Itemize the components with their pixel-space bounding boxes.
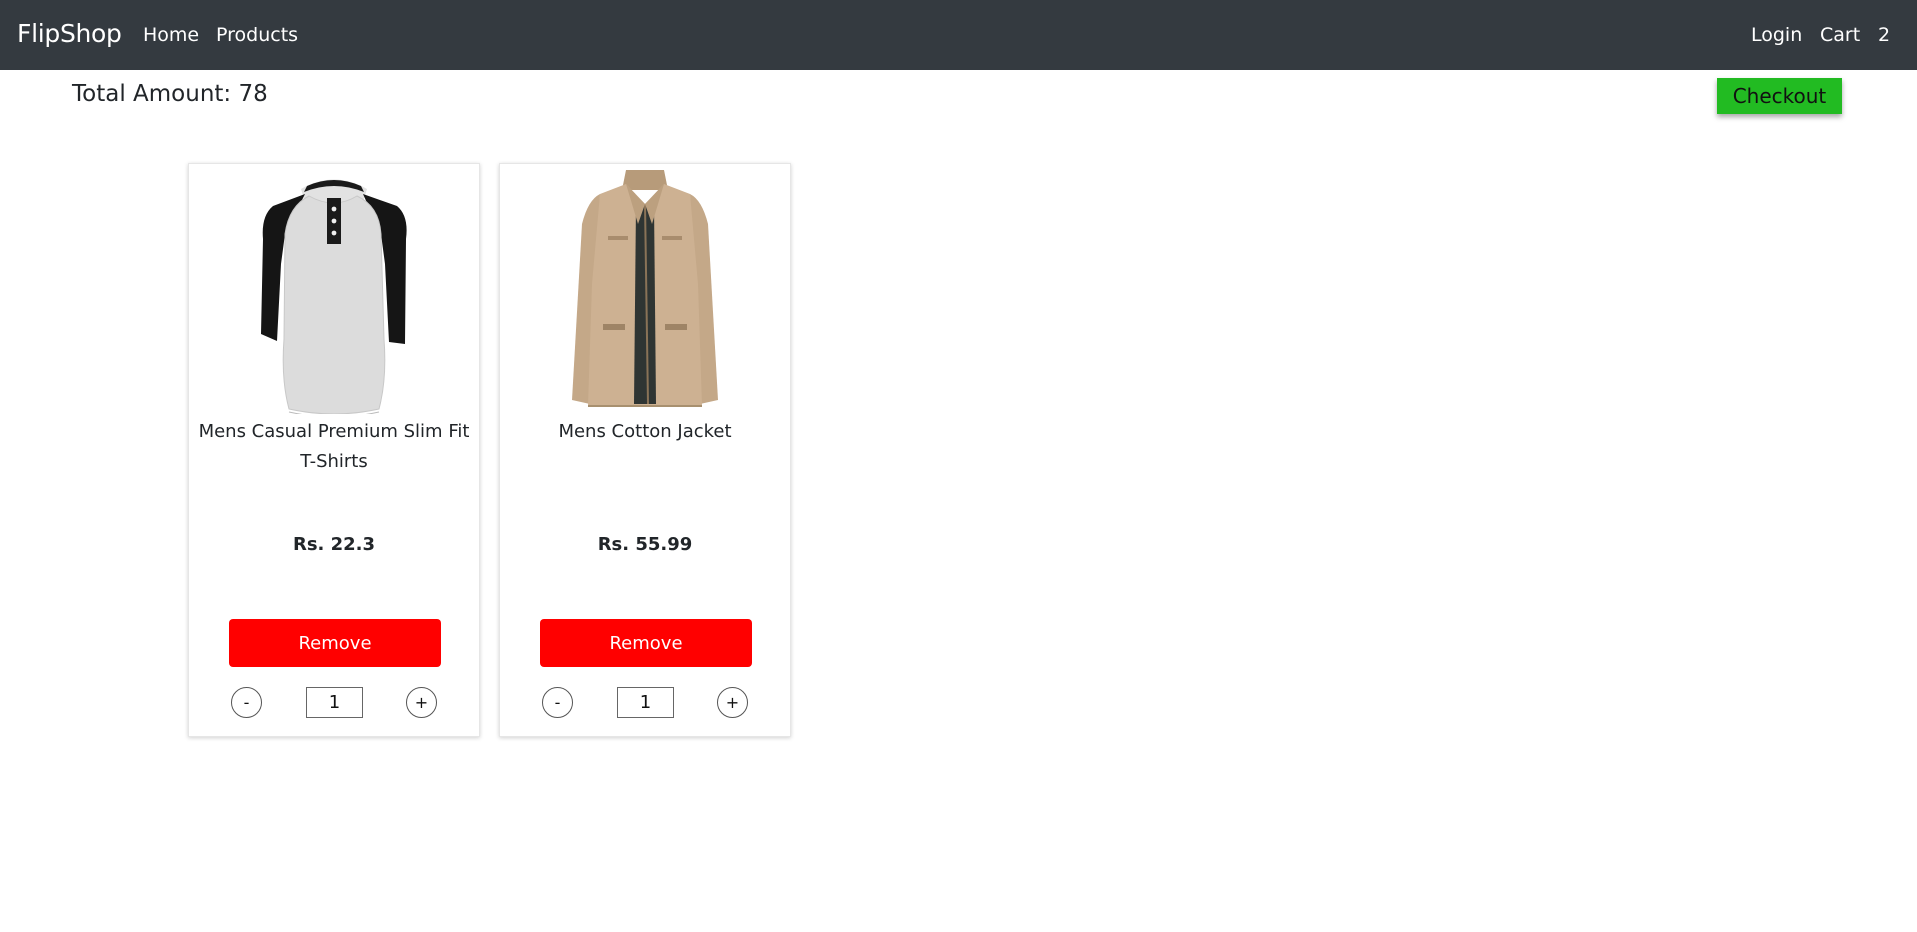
product-price: Rs. 55.99 [597, 534, 693, 555]
brand-logo[interactable]: FlipShop [17, 19, 122, 48]
quantity-input[interactable] [306, 687, 363, 718]
product-title: Mens Casual Premium Slim Fit T-Shirts [198, 421, 470, 472]
total-amount: Total Amount: 78 [72, 81, 268, 107]
nav-link-cart[interactable]: Cart [1820, 24, 1860, 46]
product-title: Mens Cotton Jacket [558, 421, 732, 442]
decrease-quantity-button[interactable]: - [231, 687, 262, 718]
remove-button[interactable]: Remove [229, 619, 441, 667]
increase-quantity-button[interactable]: + [717, 687, 748, 718]
decrease-quantity-button[interactable]: - [542, 687, 573, 718]
quantity-input[interactable] [617, 687, 674, 718]
remove-button[interactable]: Remove [540, 619, 752, 667]
cart-count-badge: 2 [1878, 24, 1891, 46]
checkout-button[interactable]: Checkout [1717, 78, 1842, 114]
cart-item-card: Mens Cotton Jacket Rs. 55.99 Remove - + [499, 163, 791, 737]
top-navbar: FlipShop Home Products Login Cart 2 [0, 0, 1917, 70]
nav-link-home[interactable]: Home [143, 24, 199, 46]
cart-item-card: Mens Casual Premium Slim Fit T-Shirts Rs… [188, 163, 480, 737]
increase-quantity-button[interactable]: + [406, 687, 437, 718]
nav-link-login[interactable]: Login [1751, 24, 1802, 46]
product-image [261, 179, 407, 414]
product-price: Rs. 22.3 [292, 534, 376, 555]
nav-link-products[interactable]: Products [216, 24, 298, 46]
product-image [572, 170, 718, 407]
